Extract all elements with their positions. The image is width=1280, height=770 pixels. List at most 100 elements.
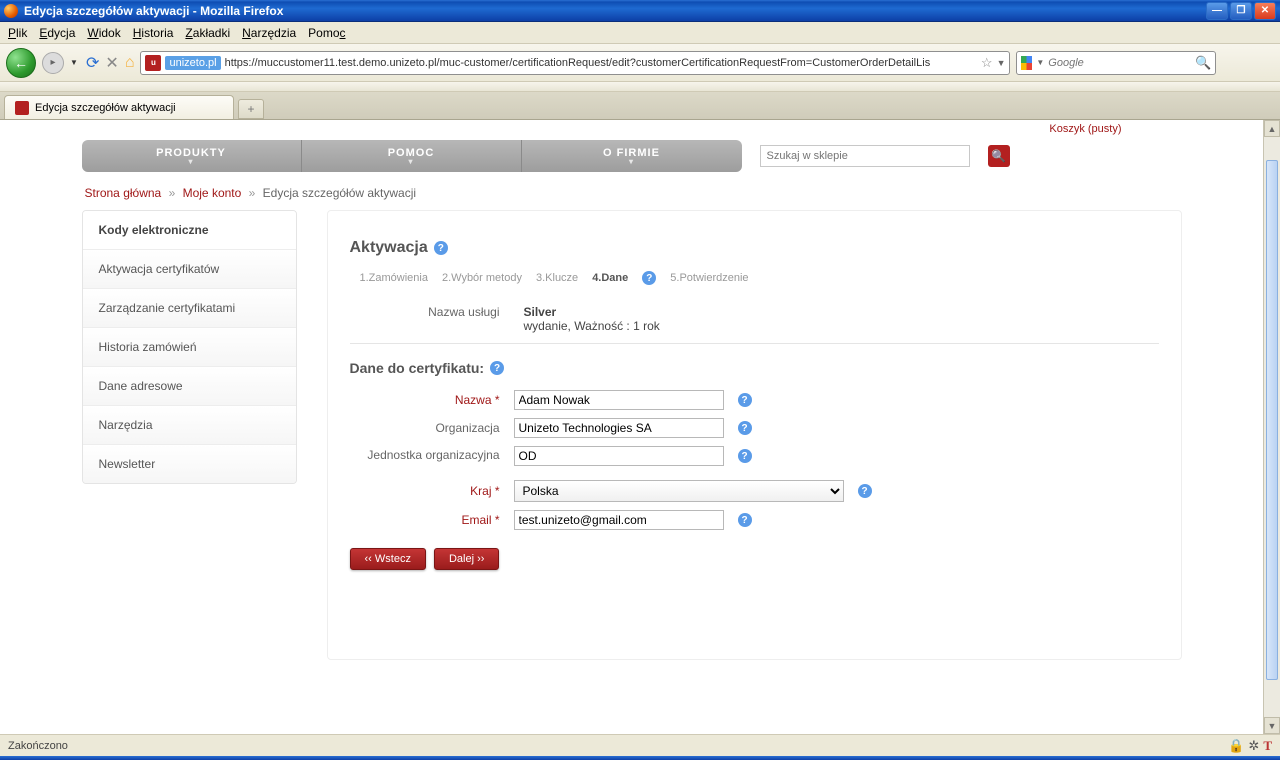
input-organizacja[interactable]	[514, 418, 724, 438]
tab-label: Edycja szczegółów aktywacji	[35, 102, 176, 114]
search-go-icon[interactable]: 🔍	[1195, 55, 1211, 71]
nav-back-button[interactable]	[6, 48, 36, 78]
top-links-strip: Koszyk (pusty)	[82, 120, 1182, 138]
help-icon[interactable]: ?	[738, 421, 752, 435]
browser-statusbar: Zakończono 🔒 ✲ T	[0, 734, 1280, 756]
url-bar[interactable]: u unizeto.pl https://muccustomer11.test.…	[140, 51, 1010, 75]
input-nazwa[interactable]	[514, 390, 724, 410]
help-icon[interactable]: ?	[858, 484, 872, 498]
sidebar-item-zarzadzanie[interactable]: Zarządzanie certyfikatami	[83, 289, 296, 328]
nav-pomoc[interactable]: POMOC▾	[302, 140, 522, 172]
lock-icon: 🔒	[1228, 738, 1244, 754]
breadcrumb-current: Edycja szczegółów aktywacji	[263, 186, 416, 200]
menu-view[interactable]: Widok	[87, 26, 120, 40]
menu-file[interactable]: Plik	[8, 26, 27, 40]
sidebar-item-aktywacja[interactable]: Aktywacja certyfikatów	[83, 250, 296, 289]
label-nazwa: Nazwa *	[350, 393, 500, 407]
sidebar-item-narzedzia[interactable]: Narzędzia	[83, 406, 296, 445]
cart-link[interactable]: Koszyk (pusty)	[1049, 123, 1121, 135]
page-heading: Aktywacja	[350, 239, 428, 257]
service-detail: wydanie, Ważność : 1 rok	[524, 319, 660, 333]
page-scrollbar[interactable]: ▲ ▼	[1263, 120, 1280, 734]
service-name: Silver	[524, 305, 660, 319]
shop-search-input[interactable]	[760, 145, 970, 167]
main-nav: PRODUKTY▾ POMOC▾ O FIRMIE▾	[82, 140, 742, 172]
window-minimize-button[interactable]: —	[1206, 2, 1228, 20]
wizard-steps: 1.Zamówienia 2.Wybór metody 3.Klucze 4.D…	[360, 271, 1159, 285]
breadcrumb-account[interactable]: Moje konto	[183, 186, 242, 200]
window-titlebar: Edycja szczegółów aktywacji - Mozilla Fi…	[0, 0, 1280, 22]
help-icon[interactable]: ?	[738, 513, 752, 527]
section-title: Dane do certyfikatu:	[350, 360, 485, 376]
step-5: 5.Potwierdzenie	[670, 272, 748, 284]
input-email[interactable]	[514, 510, 724, 530]
help-icon[interactable]: ?	[490, 361, 504, 375]
status-text: Zakończono	[8, 740, 68, 752]
step-1: 1.Zamówienia	[360, 272, 428, 284]
breadcrumb-home[interactable]: Strona główna	[85, 186, 162, 200]
label-organizacja: Organizacja	[350, 421, 500, 435]
bookmark-toolbar	[0, 82, 1280, 92]
window-title: Edycja szczegółów aktywacji - Mozilla Fi…	[24, 4, 283, 18]
site-favicon: u	[145, 55, 161, 71]
label-jednostka: Jednostka organizacyjna	[350, 446, 500, 462]
step-3: 3.Klucze	[536, 272, 578, 284]
new-tab-button[interactable]: +	[238, 99, 264, 119]
input-jednostka[interactable]	[514, 446, 724, 466]
scroll-down-arrow[interactable]: ▼	[1264, 717, 1280, 734]
nav-history-dropdown[interactable]: ▼	[70, 48, 80, 78]
help-icon[interactable]: ?	[738, 449, 752, 463]
chevron-down-icon: ▾	[188, 159, 193, 165]
search-icon: 🔍	[991, 149, 1006, 163]
url-domain: unizeto.pl	[165, 56, 220, 70]
breadcrumb: Strona główna » Moje konto » Edycja szcz…	[85, 186, 1182, 200]
url-text: https://muccustomer11.test.demo.unizeto.…	[225, 57, 977, 69]
browser-menubar: Plik Edycja Widok Historia Zakładki Narz…	[0, 22, 1280, 44]
shop-search-button[interactable]: 🔍	[988, 145, 1010, 167]
chevron-down-icon: ▾	[629, 159, 634, 165]
service-label: Nazwa usługi	[350, 305, 500, 319]
reload-icon[interactable]: ⟳	[86, 53, 99, 73]
chevron-down-icon: ▾	[408, 159, 413, 165]
help-icon[interactable]: ?	[434, 241, 448, 255]
nav-produkty[interactable]: PRODUKTY▾	[82, 140, 302, 172]
sidebar-item-historia[interactable]: Historia zamówień	[83, 328, 296, 367]
browser-toolbar: ▼ ⟳ ✕ ⌂ u unizeto.pl https://muccustomer…	[0, 44, 1280, 82]
step-2: 2.Wybór metody	[442, 272, 522, 284]
firefox-icon	[4, 4, 18, 18]
nav-forward-button[interactable]	[42, 52, 64, 74]
tab-favicon	[15, 101, 29, 115]
nav-ofirmie[interactable]: O FIRMIE▾	[522, 140, 742, 172]
sidebar-item-newsletter[interactable]: Newsletter	[83, 445, 296, 483]
browser-search-input[interactable]	[1048, 57, 1191, 69]
menu-bookmarks[interactable]: Zakładki	[185, 26, 230, 40]
menu-help[interactable]: Pomoc	[308, 26, 345, 40]
scroll-thumb[interactable]	[1266, 160, 1278, 680]
bookmark-star-icon[interactable]: ☆	[981, 55, 993, 71]
gear-icon[interactable]: ✲	[1248, 738, 1259, 754]
browser-tab[interactable]: Edycja szczegółów aktywacji	[4, 95, 234, 119]
sidebar-item-dane[interactable]: Dane adresowe	[83, 367, 296, 406]
tab-bar: Edycja szczegółów aktywacji +	[0, 92, 1280, 120]
menu-tools[interactable]: Narzędzia	[242, 26, 296, 40]
window-maximize-button[interactable]: ❐	[1230, 2, 1252, 20]
step-4: 4.Dane	[592, 272, 628, 284]
back-button[interactable]: ‹‹ Wstecz	[350, 548, 426, 570]
menu-history[interactable]: Historia	[133, 26, 174, 40]
stop-icon[interactable]: ✕	[105, 53, 118, 73]
window-close-button[interactable]: ✕	[1254, 2, 1276, 20]
menu-edit[interactable]: Edycja	[39, 26, 75, 40]
select-kraj[interactable]: Polska	[514, 480, 844, 502]
tool-icon[interactable]: T	[1263, 738, 1272, 754]
search-engine-dropdown-icon[interactable]: ▼	[1036, 58, 1044, 67]
sidebar-item-kody[interactable]: Kody elektroniczne	[83, 211, 296, 250]
help-icon[interactable]: ?	[642, 271, 656, 285]
google-icon	[1021, 56, 1032, 70]
scroll-up-arrow[interactable]: ▲	[1264, 120, 1280, 137]
home-icon[interactable]: ⌂	[125, 54, 135, 72]
next-button[interactable]: Dalej ››	[434, 548, 499, 570]
url-dropdown-icon[interactable]: ▼	[997, 58, 1006, 68]
label-email: Email *	[350, 513, 500, 527]
help-icon[interactable]: ?	[738, 393, 752, 407]
browser-search-bar[interactable]: ▼ 🔍	[1016, 51, 1216, 75]
